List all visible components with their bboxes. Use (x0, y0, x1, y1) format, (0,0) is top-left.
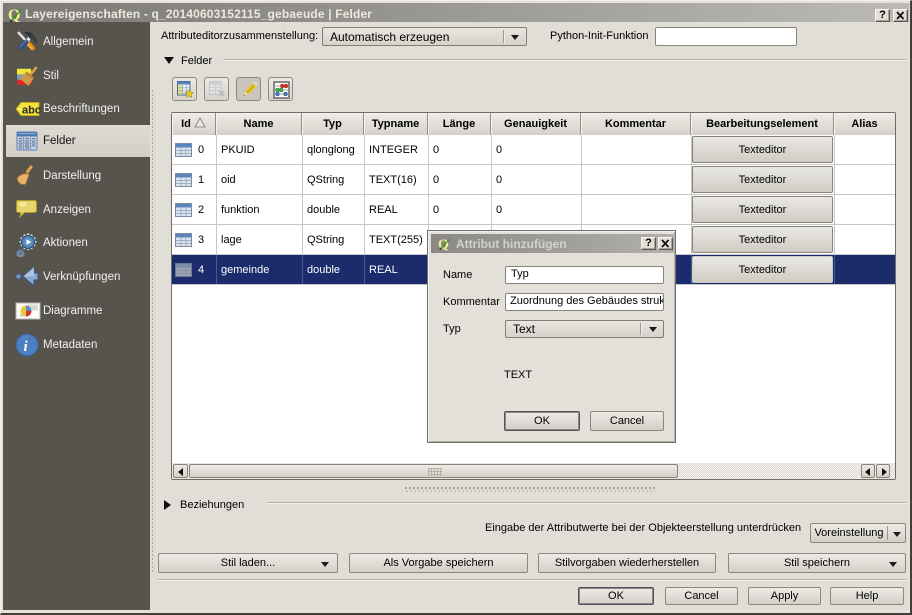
svg-text:Q: Q (8, 7, 20, 23)
svg-text:abc: abc (22, 104, 41, 116)
